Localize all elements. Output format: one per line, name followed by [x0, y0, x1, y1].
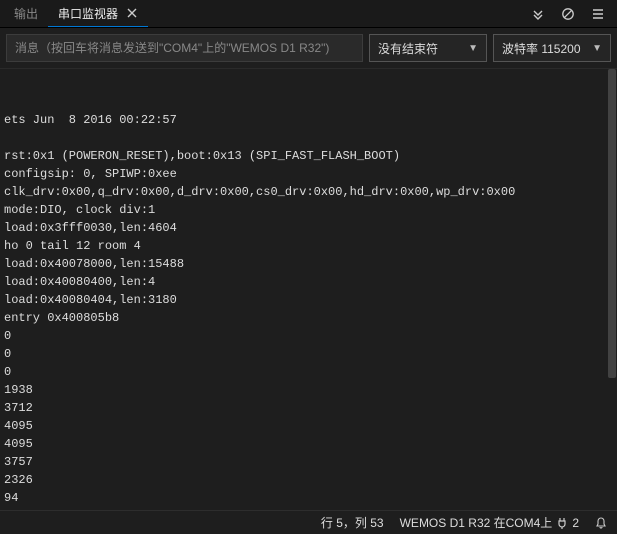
message-input[interactable]	[6, 34, 363, 62]
tab-output[interactable]: 输出	[4, 0, 48, 27]
console-text: ets Jun 8 2016 00:22:57 rst:0x1 (POWERON…	[4, 111, 609, 510]
statusbar: 行 5，列 53 WEMOS D1 R32 在COM4上 2	[0, 510, 617, 534]
status-notification-count: 2	[572, 516, 579, 530]
plug-icon	[556, 517, 568, 529]
status-notifications[interactable]	[595, 517, 607, 529]
tab-serial-monitor-label: 串口监视器	[58, 5, 118, 22]
chevron-down-icon: ▼	[468, 43, 478, 54]
line-ending-select[interactable]: 没有结束符 ▼	[369, 34, 487, 62]
chevron-down-icon: ▼	[592, 43, 602, 54]
bell-icon	[595, 517, 607, 529]
tab-output-label: 输出	[14, 5, 38, 22]
console-output: ets Jun 8 2016 00:22:57 rst:0x1 (POWERON…	[0, 69, 617, 510]
toolbar: 没有结束符 ▼ 波特率 115200 ▼	[0, 28, 617, 69]
cancel-icon[interactable]	[559, 5, 577, 23]
baud-rate-label: 波特率 115200	[502, 40, 581, 57]
tabbar: 输出 串口监视器	[0, 0, 617, 28]
status-board-label: WEMOS D1 R32 在COM4上	[400, 514, 553, 531]
scrollbar[interactable]	[607, 69, 617, 510]
tab-serial-monitor[interactable]: 串口监视器	[48, 0, 148, 27]
baud-rate-select[interactable]: 波特率 115200 ▼	[493, 34, 611, 62]
line-ending-label: 没有结束符	[378, 40, 438, 57]
status-cursor-label: 行 5，列 53	[321, 514, 384, 531]
tabbar-actions	[529, 5, 613, 23]
menu-icon[interactable]	[589, 5, 607, 23]
scrollbar-thumb[interactable]	[608, 69, 616, 378]
status-board[interactable]: WEMOS D1 R32 在COM4上 2	[400, 514, 579, 531]
chevron-down-icon[interactable]	[529, 5, 547, 23]
status-cursor[interactable]: 行 5，列 53	[321, 514, 384, 531]
close-icon[interactable]	[126, 7, 138, 19]
